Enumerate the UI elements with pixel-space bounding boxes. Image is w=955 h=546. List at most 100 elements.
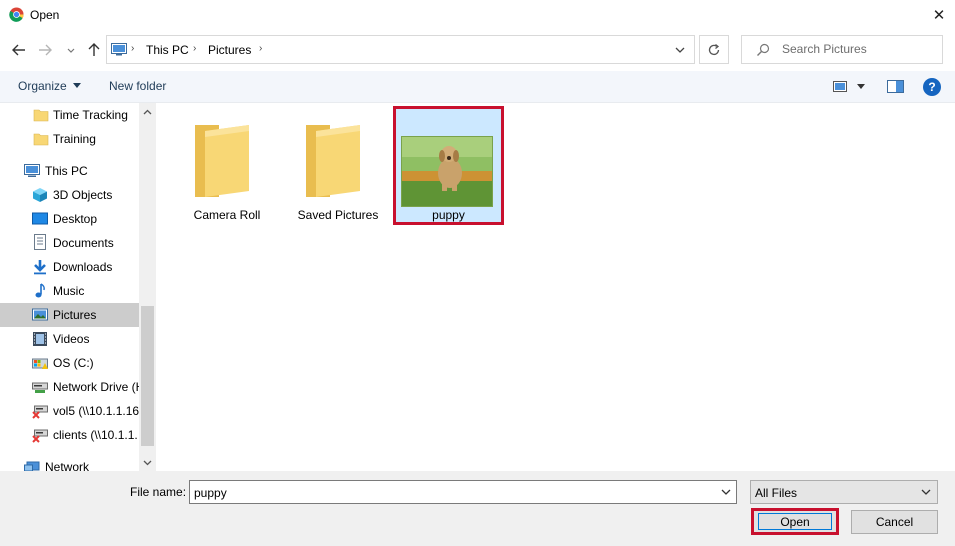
scrollbar-thumb[interactable] xyxy=(141,306,154,446)
sidebar-item-videos[interactable]: Videos xyxy=(0,327,139,351)
folder-icon xyxy=(306,125,360,197)
documents-icon xyxy=(34,234,46,250)
network-icon xyxy=(24,461,40,471)
file-item-puppy[interactable]: puppy xyxy=(393,106,504,225)
recent-locations-button[interactable] xyxy=(64,40,78,60)
pictures-icon xyxy=(32,308,48,321)
organize-button[interactable]: Organize xyxy=(18,79,81,93)
sidebar-item-clients[interactable]: clients (\\10.1.1. xyxy=(0,423,139,447)
arrow-right-icon xyxy=(39,44,52,56)
chevron-up-icon xyxy=(143,109,152,114)
breadcrumb-pictures[interactable]: Pictures xyxy=(208,43,251,57)
cancel-button[interactable]: Cancel xyxy=(851,510,938,534)
network-drive-icon xyxy=(32,382,48,393)
sidebar-item-pictures[interactable]: Pictures xyxy=(0,303,139,327)
sidebar-item-label: Training xyxy=(53,132,96,146)
sidebar-item-label: Pictures xyxy=(53,308,97,322)
caret-down-icon xyxy=(857,84,865,89)
sidebar-item-label: Videos xyxy=(53,332,90,346)
help-icon[interactable]: ? xyxy=(923,78,941,96)
videos-icon xyxy=(33,332,47,346)
file-item-saved-pictures[interactable]: Saved Pictures xyxy=(288,113,388,225)
sidebar-item-label: Music xyxy=(53,284,85,298)
open-button[interactable]: Open xyxy=(751,508,839,535)
search-box[interactable] xyxy=(741,35,943,64)
filename-label: File name: xyxy=(130,485,187,499)
file-item-camera-roll[interactable]: Camera Roll xyxy=(177,113,277,225)
puppy-thumbnail xyxy=(401,136,493,207)
file-type-value: All Files xyxy=(755,486,798,500)
sidebar-item-downloads[interactable]: Downloads xyxy=(0,255,139,279)
disconnected-drive-icon xyxy=(32,429,48,443)
file-type-select[interactable]: All Files xyxy=(750,480,938,504)
downloads-icon xyxy=(34,260,46,275)
sidebar-item-time-tracking[interactable]: Time Tracking xyxy=(0,103,139,127)
chevron-down-icon[interactable] xyxy=(719,485,733,499)
organize-label: Organize xyxy=(18,79,67,93)
breadcrumb-separator: › xyxy=(193,43,197,54)
chevron-down-icon xyxy=(67,48,75,53)
drive-icon xyxy=(32,358,48,369)
sidebar-item-label: Documents xyxy=(53,236,114,250)
sidebar-item-label: Time Tracking xyxy=(53,108,128,122)
sidebar-item-label: This PC xyxy=(45,164,88,178)
breadcrumb-separator: › xyxy=(131,43,135,54)
window-title: Open xyxy=(30,8,60,22)
sidebar-item-training[interactable]: Training xyxy=(0,127,139,151)
folder-icon xyxy=(33,109,49,122)
sidebar-item-label: Downloads xyxy=(53,260,113,274)
sidebar-item-label: Network Drive (H xyxy=(53,380,139,394)
folder-icon xyxy=(33,133,49,146)
preview-pane-icon xyxy=(887,80,904,93)
change-view-button[interactable] xyxy=(833,79,869,95)
computer-icon xyxy=(24,164,40,177)
sidebar-item-label: vol5 (\\10.1.1.16! xyxy=(53,404,139,418)
title-bar xyxy=(0,0,955,30)
search-icon xyxy=(756,43,770,57)
file-name: Saved Pictures xyxy=(297,208,379,222)
address-bar[interactable]: › This PC › Pictures › xyxy=(106,35,695,64)
arrow-up-icon xyxy=(88,43,100,56)
sidebar-item-label: Desktop xyxy=(53,212,98,226)
refresh-button[interactable] xyxy=(699,35,729,64)
sidebar-item-documents[interactable]: Documents xyxy=(0,231,139,255)
up-button[interactable] xyxy=(84,40,104,60)
caret-down-icon xyxy=(72,83,81,88)
folder-icon xyxy=(195,125,249,197)
scroll-down-button[interactable] xyxy=(139,454,156,471)
sidebar-item-label: OS (C:) xyxy=(53,356,94,370)
chevron-down-icon[interactable] xyxy=(672,42,688,58)
sidebar-item-label: Network xyxy=(45,460,90,471)
filename-field[interactable]: puppy xyxy=(189,480,737,504)
sidebar-item-music[interactable]: Music xyxy=(0,279,139,303)
close-icon: ✕ xyxy=(932,7,946,24)
3d-objects-icon xyxy=(33,188,47,202)
refresh-icon xyxy=(708,43,720,55)
search-input[interactable] xyxy=(782,42,937,56)
sidebar-item-network-drive-h[interactable]: Network Drive (H xyxy=(0,375,139,399)
monitor-icon xyxy=(111,43,127,56)
sidebar-item-3d-objects[interactable]: 3D Objects xyxy=(0,183,139,207)
disconnected-drive-icon xyxy=(32,405,48,419)
sidebar-item-desktop[interactable]: Desktop xyxy=(0,207,139,231)
chevron-down-icon xyxy=(143,460,152,465)
arrow-left-icon xyxy=(12,44,25,56)
sidebar-item-network[interactable]: Network xyxy=(0,455,139,471)
sidebar-item-label: 3D Objects xyxy=(53,188,113,202)
preview-pane-button[interactable] xyxy=(887,80,905,94)
music-icon xyxy=(35,283,45,298)
breadcrumb-this-pc[interactable]: This PC xyxy=(146,43,189,57)
sidebar-item-os-c[interactable]: OS (C:) xyxy=(0,351,139,375)
view-icon xyxy=(833,81,847,92)
sidebar-item-label: clients (\\10.1.1. xyxy=(53,428,138,442)
close-button[interactable]: ✕ xyxy=(928,5,950,25)
sidebar-item-vol5[interactable]: vol5 (\\10.1.1.16! xyxy=(0,399,139,423)
forward-button[interactable] xyxy=(35,40,55,60)
desktop-icon xyxy=(32,212,48,225)
breadcrumb-separator: › xyxy=(259,43,263,54)
back-button[interactable] xyxy=(9,40,29,60)
new-folder-button[interactable]: New folder xyxy=(109,79,166,93)
scroll-up-button[interactable] xyxy=(139,103,156,120)
navigation-pane: Time Tracking Training This PC 3D Object… xyxy=(0,103,156,471)
sidebar-item-this-pc[interactable]: This PC xyxy=(0,159,139,183)
